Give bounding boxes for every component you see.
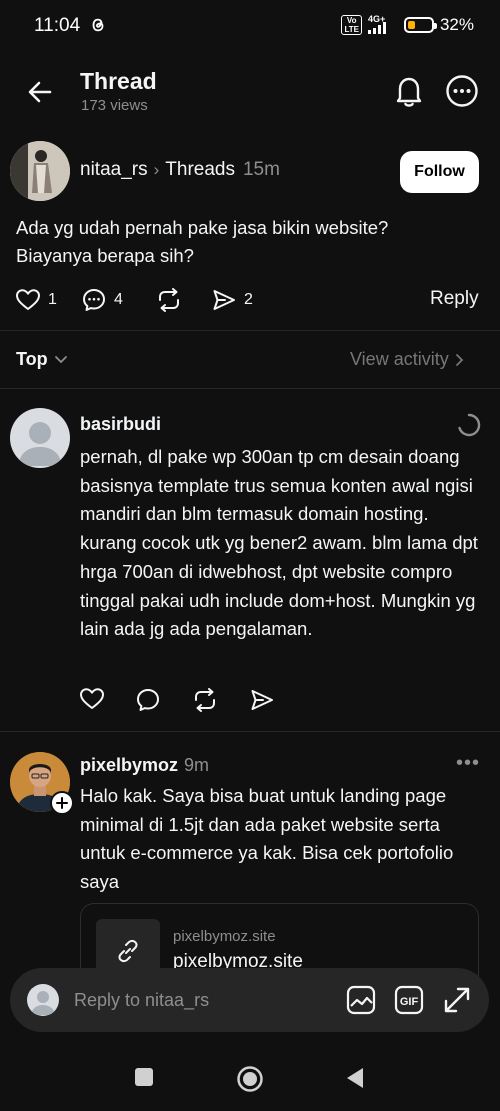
reply-time: 9m [184,755,210,775]
heart-icon[interactable] [80,688,104,710]
like-button[interactable]: 1 [16,289,82,311]
chevron-down-icon [54,355,67,363]
home-icon[interactable] [236,1065,264,1093]
reply-input[interactable] [74,988,334,1012]
expand-icon[interactable] [442,985,472,1015]
plus-icon [56,797,68,809]
avatar[interactable] [10,408,70,468]
sort-label: Top [16,349,48,369]
comment-button[interactable]: 4 [82,288,156,312]
view-activity-label: View activity [350,349,449,369]
page-title: Thread [80,68,157,94]
reply-text: pernah, dl pake wp 300an tp cm desain do… [80,446,478,640]
avatar[interactable] [10,752,74,815]
status-time: 11:04 [34,15,81,36]
follow-plus-button[interactable] [50,791,74,815]
divider [0,330,500,331]
status-bar: 11:04 Vo LTE 4G+ 32% [0,0,500,52]
avatar[interactable] [10,141,70,201]
like-count: 1 [48,291,57,308]
share-count: 2 [244,291,253,308]
reply-text: Halo kak. Saya bisa buat untuk landing p… [80,785,454,893]
back-arrow-icon[interactable] [24,76,56,108]
post-time: 15m [242,159,280,180]
loading-spinner-icon [458,413,481,437]
send-icon [213,290,235,310]
repost-icon[interactable] [192,688,218,712]
reply-author-line: pixelbymoz 9m [80,755,209,776]
thread-header: Thread 173 views [0,60,500,124]
divider [0,388,500,389]
battery-percent: 32% [439,15,474,34]
view-activity-link[interactable]: View activity [350,349,465,370]
reply-composer: GIF [10,968,489,1032]
post-actions: 1 4 2 [16,286,253,314]
share-button[interactable]: 2 [212,288,253,312]
repost-icon [159,288,179,312]
follow-button[interactable]: Follow [400,151,479,193]
svg-text:GIF: GIF [400,996,419,1008]
signal-icon: 4G+ [367,14,398,36]
view-count: 173 views [81,97,148,114]
volte-indicator: Vo LTE [341,15,362,35]
recents-icon[interactable] [134,1067,154,1087]
sort-dropdown[interactable]: Top [16,349,68,370]
reply-author[interactable]: basirbudi [80,414,161,435]
divider [0,731,500,732]
gif-icon[interactable]: GIF [394,985,424,1015]
comment-icon[interactable] [136,688,160,712]
battery-icon [403,17,437,33]
system-nav-bar [0,1050,500,1111]
default-avatar-icon [18,422,62,466]
threads-logo-icon [92,18,104,32]
post-text: Ada yg udah pernah pake jasa bikin websi… [16,217,389,266]
profile-photo [10,141,70,201]
post-author-line: nitaa_rs › Threads 15m [80,159,280,181]
repost-button[interactable] [156,288,212,312]
more-icon[interactable] [445,74,479,108]
link-domain: pixelbymoz.site [173,928,276,945]
reply-actions [80,688,274,712]
post-author[interactable]: nitaa_rs [80,159,148,181]
community-name[interactable]: Threads [165,159,235,181]
comment-icon [83,289,105,311]
chevron-right-icon [455,353,463,366]
image-icon[interactable] [346,985,376,1015]
bell-icon[interactable] [393,74,425,108]
chevron-right-icon: › [153,160,160,179]
send-icon[interactable] [250,688,274,712]
heart-icon [16,289,40,310]
avatar [27,984,59,1016]
back-nav-icon[interactable] [345,1067,365,1089]
reply-author[interactable]: pixelbymoz [80,755,178,775]
comment-count: 4 [114,291,123,308]
default-avatar-icon [31,991,55,1015]
link-icon [118,939,138,963]
reply-more-icon[interactable]: ••• [456,752,480,775]
reply-button[interactable]: Reply [430,288,479,310]
